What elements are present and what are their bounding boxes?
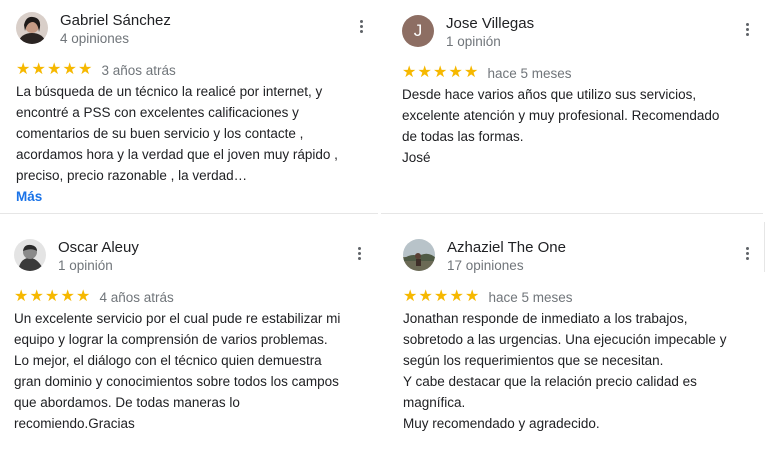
star-icon: ★ — [464, 64, 479, 81]
review-line: excelente atención y muy profesional. Re… — [402, 108, 720, 123]
review-date: 4 años atrás — [99, 289, 174, 305]
review-line: Y cabe destacar que la relación precio c… — [403, 374, 697, 389]
review-card-oscar: Oscar Aleuy 1 opinión ★ ★ ★ ★ ★ 4 años a… — [14, 239, 369, 434]
star-icon: ★ — [16, 61, 31, 78]
star-rating: ★ ★ ★ ★ ★ — [14, 289, 92, 305]
reviewer-name[interactable]: Gabriel Sánchez — [60, 12, 171, 29]
review-line: gran dominio y conocimientos sobre todos… — [14, 374, 339, 389]
review-line: según los requerimientos que se necesita… — [403, 353, 664, 368]
divider-top-right — [381, 213, 763, 214]
review-text: La búsqueda de un técnico la realicé por… — [16, 81, 371, 186]
star-icon: ★ — [76, 288, 91, 305]
star-icon: ★ — [417, 64, 432, 81]
avatar[interactable] — [14, 239, 46, 271]
avatar-letter: J — [413, 21, 423, 40]
star-icon: ★ — [29, 288, 44, 305]
review-count: 1 opinión — [58, 258, 113, 273]
avatar[interactable] — [16, 12, 48, 44]
star-icon: ★ — [465, 288, 480, 305]
review-line: Lo mejor, el diálogo con el técnico quie… — [14, 353, 322, 368]
review-count: 4 opiniones — [60, 31, 130, 46]
star-rating: ★ ★ ★ ★ ★ — [403, 289, 481, 305]
star-icon: ★ — [62, 61, 77, 78]
star-icon: ★ — [47, 61, 62, 78]
more-vert-icon[interactable] — [351, 243, 367, 263]
review-line: Muy recomendado y agradecido. — [403, 416, 600, 431]
review-count: 17 opiniones — [447, 258, 524, 273]
review-line: equipo y lograr la comprensión de varios… — [14, 332, 328, 347]
more-vert-icon[interactable] — [739, 19, 755, 39]
review-count: 1 opinión — [446, 34, 501, 49]
star-icon: ★ — [14, 288, 29, 305]
avatar[interactable]: J — [402, 15, 434, 47]
divider-column — [764, 222, 765, 272]
more-vert-icon[interactable] — [353, 16, 369, 36]
star-icon: ★ — [403, 288, 418, 305]
review-card-azhaziel: Azhaziel The One 17 opiniones ★ ★ ★ ★ ★ … — [403, 239, 758, 434]
review-line: Un excelente servicio por el cual pude r… — [14, 311, 341, 326]
review-line: sobretodo a las urgencias. Una ejecución… — [403, 332, 727, 347]
review-date: 3 años atrás — [101, 62, 176, 78]
review-text: Jonathan responde de inmediato a los tra… — [403, 308, 758, 434]
review-line: recomiendo.Gracias — [14, 416, 135, 431]
review-line: preciso, precio razonable , la verdad… — [16, 168, 248, 183]
reviewer-name[interactable]: Jose Villegas — [446, 15, 534, 32]
star-icon: ★ — [45, 288, 60, 305]
star-rating: ★ ★ ★ ★ ★ — [402, 65, 480, 81]
star-icon: ★ — [418, 288, 433, 305]
reviewer-name[interactable]: Azhaziel The One — [447, 239, 566, 256]
review-text: Un excelente servicio por el cual pude r… — [14, 308, 369, 434]
more-link[interactable]: Más — [16, 186, 371, 207]
review-line: magnífica. — [403, 395, 466, 410]
star-icon: ★ — [433, 64, 448, 81]
review-line: acordamos hora y la verdad que el joven … — [16, 147, 338, 162]
more-vert-icon[interactable] — [739, 243, 755, 263]
review-line: José — [402, 150, 431, 165]
star-icon: ★ — [31, 61, 46, 78]
star-icon: ★ — [402, 64, 417, 81]
star-icon: ★ — [449, 288, 464, 305]
review-date: hace 5 meses — [488, 289, 573, 305]
star-icon: ★ — [448, 64, 463, 81]
divider-top-left — [0, 213, 378, 214]
star-rating: ★ ★ ★ ★ ★ — [16, 62, 94, 78]
star-icon: ★ — [60, 288, 75, 305]
star-icon: ★ — [434, 288, 449, 305]
review-text: Desde hace varios años que utilizo sus s… — [402, 84, 757, 168]
review-line: de todas las formas. — [402, 129, 524, 144]
review-card-gabriel: Gabriel Sánchez 4 opiniones ★ ★ ★ ★ ★ 3 … — [16, 12, 371, 207]
reviewer-name[interactable]: Oscar Aleuy — [58, 239, 139, 256]
review-line: comentarios de su buen servicio y los co… — [16, 126, 304, 141]
review-line: La búsqueda de un técnico la realicé por… — [16, 84, 323, 99]
review-line: que abordamos. De todas maneras lo — [14, 395, 240, 410]
star-icon: ★ — [78, 61, 93, 78]
review-line: Jonathan responde de inmediato a los tra… — [403, 311, 688, 326]
review-line: Desde hace varios años que utilizo sus s… — [402, 87, 697, 102]
review-line: encontré a PSS con excelentes calificaci… — [16, 105, 299, 120]
avatar[interactable] — [403, 239, 435, 271]
review-card-jose: J Jose Villegas 1 opinión ★ ★ ★ ★ ★ hace… — [402, 15, 757, 168]
review-date: hace 5 meses — [487, 65, 572, 81]
